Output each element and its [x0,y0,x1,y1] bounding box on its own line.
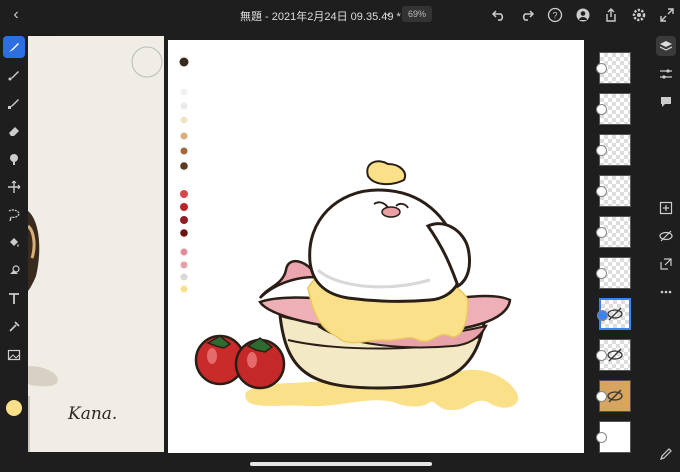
layer-thumbnail-9[interactable] [596,380,631,412]
layer-thumbnail-8[interactable] [596,339,631,371]
vector-brush-icon[interactable] [3,92,25,114]
svg-text:?: ? [552,11,557,21]
undo-icon[interactable] [490,6,508,24]
live-brush-icon[interactable] [3,64,25,86]
back-icon[interactable]: ‹ [8,6,24,24]
zoom-level[interactable]: 69% [402,6,432,22]
layer-thumbnail-1[interactable] [596,52,631,84]
eraser-icon[interactable] [3,120,25,142]
layer-properties-icon[interactable] [656,64,676,84]
settings-icon[interactable] [630,6,648,24]
layer-thumbnail-6[interactable] [596,257,631,289]
pixel-brush-icon[interactable] [3,36,25,58]
text-icon[interactable] [3,288,25,310]
layer-thumbnail-5[interactable] [596,216,631,248]
layer-thumbnail-7[interactable] [597,298,631,330]
visibility-icon[interactable] [656,226,676,246]
home-indicator[interactable] [250,462,432,466]
layer-thumbnail-2[interactable] [596,93,631,125]
redo-icon[interactable] [518,6,536,24]
chevron-down-icon[interactable]: ⌄ [384,8,392,19]
current-color-swatch[interactable] [6,400,22,416]
shape-icon[interactable] [3,260,25,282]
right-toolbar [652,30,680,472]
comments-icon[interactable] [656,92,676,112]
fill-icon[interactable] [3,232,25,254]
layer-thumbnail-10[interactable] [596,421,631,453]
export-layer-icon[interactable] [656,254,676,274]
layer-thumbnail-3[interactable] [596,134,631,166]
adjacent-artboard: Kana. [28,36,164,452]
selection-icon[interactable] [3,204,25,226]
layers-panel [590,36,640,456]
tool-bar [0,30,28,472]
help-icon[interactable]: ? [546,6,564,24]
layer-thumbnail-4[interactable] [596,175,631,207]
profile-icon[interactable] [574,6,592,24]
share-icon[interactable] [602,6,620,24]
smudge-icon[interactable] [3,148,25,170]
document-title[interactable]: 無題 - 2021年2月24日 09.35.49 * [240,8,401,24]
add-layer-icon[interactable] [656,198,676,218]
fullscreen-icon[interactable] [658,6,676,24]
eyedropper-icon[interactable] [3,316,25,338]
pencil-icon[interactable] [656,444,676,464]
more-icon[interactable] [656,282,676,302]
image-icon[interactable] [3,344,25,366]
layers-icon[interactable] [656,36,676,56]
signature: Kana. [68,404,118,424]
top-bar: ‹ 無題 - 2021年2月24日 09.35.49 * ⌄ 69% ? [0,0,680,30]
move-icon[interactable] [3,176,25,198]
drawing-canvas[interactable] [168,40,584,453]
